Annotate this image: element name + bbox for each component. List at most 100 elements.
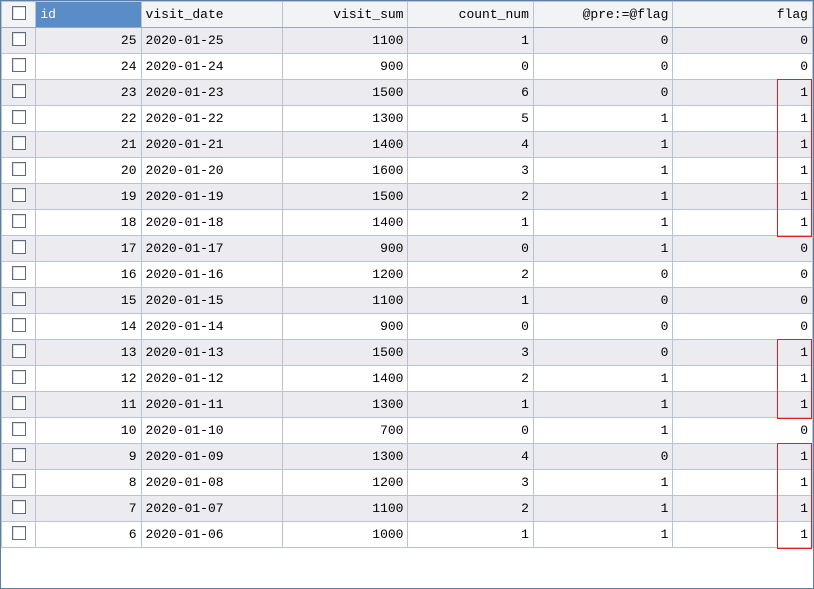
row-select-cell[interactable]: [2, 366, 36, 392]
row-select-cell[interactable]: [2, 236, 36, 262]
row-select-cell[interactable]: [2, 158, 36, 184]
cell-count-num: 3: [408, 340, 533, 366]
table-row[interactable]: 192020-01-191500211: [2, 184, 813, 210]
checkbox-icon: [12, 266, 26, 280]
cell-pre: 1: [533, 470, 673, 496]
cell-pre: 1: [533, 158, 673, 184]
row-select-cell[interactable]: [2, 54, 36, 80]
cell-visit-sum: 1400: [283, 132, 408, 158]
cell-flag: 1: [673, 366, 813, 392]
cell-visit-date: 2020-01-15: [141, 288, 283, 314]
row-select-cell[interactable]: [2, 496, 36, 522]
row-select-cell[interactable]: [2, 288, 36, 314]
table-row[interactable]: 92020-01-091300401: [2, 444, 813, 470]
cell-flag: 1: [673, 80, 813, 106]
table-row[interactable]: 172020-01-17900010: [2, 236, 813, 262]
cell-flag: 0: [673, 54, 813, 80]
cell-count-num: 6: [408, 80, 533, 106]
checkbox-icon: [12, 448, 26, 462]
table-row[interactable]: 212020-01-211400411: [2, 132, 813, 158]
cell-flag: 0: [673, 236, 813, 262]
cell-id: 22: [36, 106, 141, 132]
row-select-cell[interactable]: [2, 106, 36, 132]
select-all-cell[interactable]: [2, 2, 36, 28]
col-header-visit-date[interactable]: visit_date: [141, 2, 283, 28]
checkbox-icon: [12, 396, 26, 410]
cell-flag: 0: [673, 262, 813, 288]
table-row[interactable]: 122020-01-121400211: [2, 366, 813, 392]
cell-visit-sum: 1500: [283, 340, 408, 366]
cell-pre: 1: [533, 106, 673, 132]
cell-visit-sum: 1500: [283, 80, 408, 106]
cell-pre: 1: [533, 184, 673, 210]
row-select-cell[interactable]: [2, 132, 36, 158]
table-row[interactable]: 242020-01-24900000: [2, 54, 813, 80]
checkbox-icon: [12, 370, 26, 384]
table-row[interactable]: 132020-01-131500301: [2, 340, 813, 366]
table-row[interactable]: 72020-01-071100211: [2, 496, 813, 522]
cell-flag: 1: [673, 392, 813, 418]
table-row[interactable]: 232020-01-231500601: [2, 80, 813, 106]
cell-flag: 1: [673, 470, 813, 496]
checkbox-icon: [12, 58, 26, 72]
cell-visit-sum: 1000: [283, 522, 408, 548]
row-select-cell[interactable]: [2, 392, 36, 418]
cell-count-num: 2: [408, 366, 533, 392]
table-row[interactable]: 202020-01-201600311: [2, 158, 813, 184]
table-row[interactable]: 252020-01-251100100: [2, 28, 813, 54]
cell-flag: 1: [673, 184, 813, 210]
cell-flag: 1: [673, 444, 813, 470]
col-header-count-num[interactable]: count_num: [408, 2, 533, 28]
cell-visit-sum: 1300: [283, 444, 408, 470]
cell-visit-sum: 1100: [283, 28, 408, 54]
row-select-cell[interactable]: [2, 418, 36, 444]
cell-visit-sum: 1200: [283, 470, 408, 496]
table-row[interactable]: 82020-01-081200311: [2, 470, 813, 496]
table-row[interactable]: 102020-01-10700010: [2, 418, 813, 444]
cell-flag: 1: [673, 210, 813, 236]
cell-id: 10: [36, 418, 141, 444]
table-row[interactable]: 182020-01-181400111: [2, 210, 813, 236]
cell-visit-sum: 1100: [283, 496, 408, 522]
cell-id: 13: [36, 340, 141, 366]
col-header-id[interactable]: id: [36, 2, 141, 28]
checkbox-icon: [12, 214, 26, 228]
cell-pre: 1: [533, 132, 673, 158]
col-header-pre[interactable]: @pre:=@flag: [533, 2, 673, 28]
row-select-cell[interactable]: [2, 210, 36, 236]
col-header-flag[interactable]: flag: [673, 2, 813, 28]
table-row[interactable]: 162020-01-161200200: [2, 262, 813, 288]
cell-visit-date: 2020-01-16: [141, 262, 283, 288]
cell-id: 9: [36, 444, 141, 470]
row-select-cell[interactable]: [2, 340, 36, 366]
cell-count-num: 4: [408, 132, 533, 158]
checkbox-icon: [12, 500, 26, 514]
row-select-cell[interactable]: [2, 28, 36, 54]
row-select-cell[interactable]: [2, 444, 36, 470]
row-select-cell[interactable]: [2, 262, 36, 288]
cell-pre: 1: [533, 496, 673, 522]
row-select-cell[interactable]: [2, 314, 36, 340]
cell-visit-date: 2020-01-06: [141, 522, 283, 548]
table-row[interactable]: 152020-01-151100100: [2, 288, 813, 314]
cell-count-num: 2: [408, 184, 533, 210]
cell-visit-date: 2020-01-21: [141, 132, 283, 158]
checkbox-icon: [12, 84, 26, 98]
cell-visit-date: 2020-01-17: [141, 236, 283, 262]
cell-flag: 0: [673, 418, 813, 444]
checkbox-icon: [12, 422, 26, 436]
checkbox-icon: [12, 136, 26, 150]
cell-visit-date: 2020-01-08: [141, 470, 283, 496]
table-row[interactable]: 62020-01-061000111: [2, 522, 813, 548]
row-select-cell[interactable]: [2, 184, 36, 210]
table-row[interactable]: 142020-01-14900000: [2, 314, 813, 340]
cell-visit-date: 2020-01-12: [141, 366, 283, 392]
row-select-cell[interactable]: [2, 522, 36, 548]
row-select-cell[interactable]: [2, 80, 36, 106]
row-select-cell[interactable]: [2, 470, 36, 496]
table-row[interactable]: 112020-01-111300111: [2, 392, 813, 418]
table-row[interactable]: 222020-01-221300511: [2, 106, 813, 132]
cell-flag: 1: [673, 106, 813, 132]
cell-visit-date: 2020-01-10: [141, 418, 283, 444]
col-header-visit-sum[interactable]: visit_sum: [283, 2, 408, 28]
